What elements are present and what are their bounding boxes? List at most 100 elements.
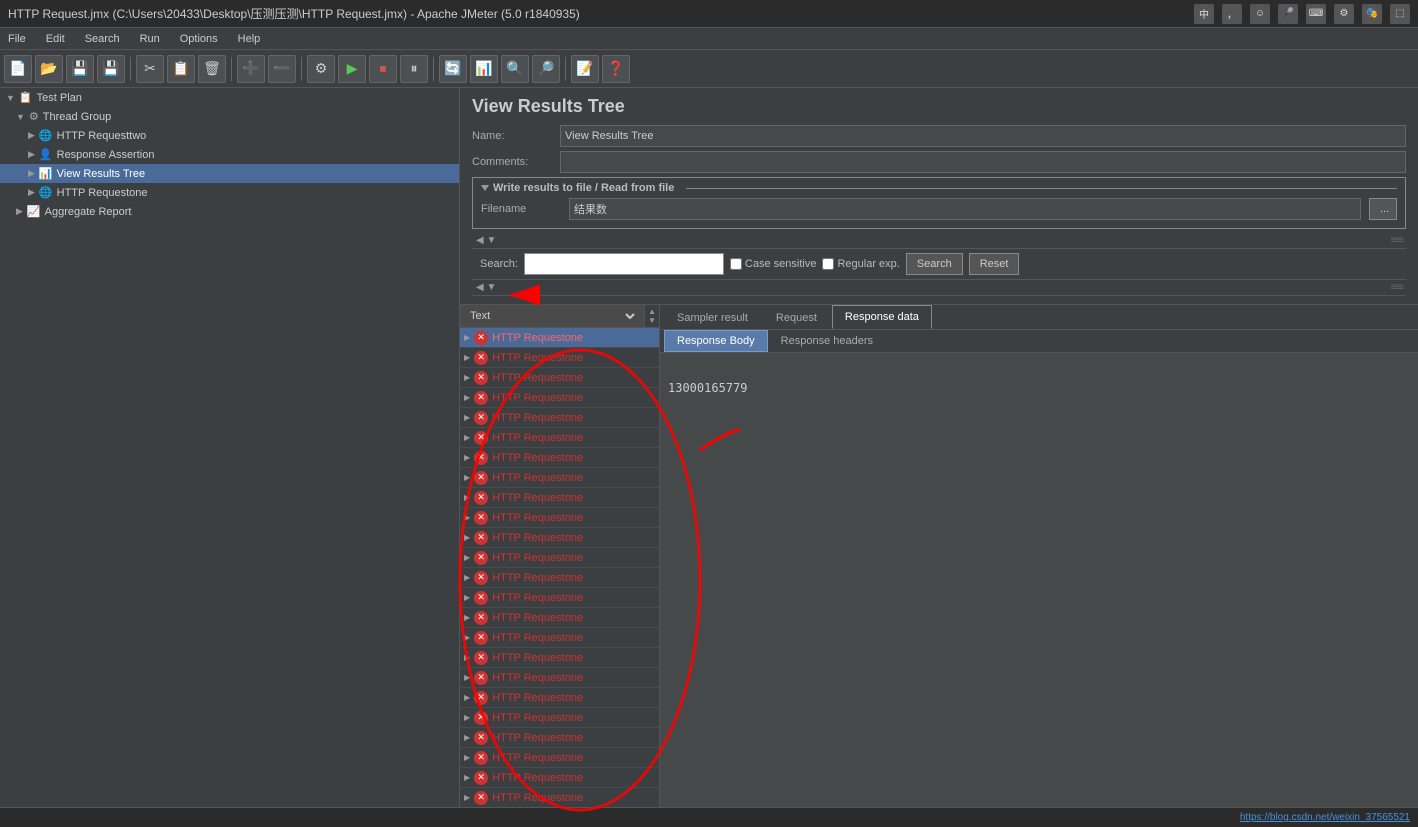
- result-row[interactable]: ▶✕HTTP Requestone: [460, 708, 659, 728]
- error-icon: ✕: [474, 711, 488, 725]
- tree-icon-httpreq: 🌐: [39, 186, 53, 199]
- result-item-label: HTTP Requestone: [492, 392, 583, 404]
- toolbar-pause[interactable]: ⏸: [400, 55, 428, 83]
- search-input[interactable]: [524, 253, 724, 275]
- tree-item-testplan[interactable]: ▼ 📋 Test Plan: [0, 88, 459, 107]
- toolbar-search-tool[interactable]: 🔍: [501, 55, 529, 83]
- comments-input[interactable]: [560, 151, 1406, 173]
- bottom-url[interactable]: https://blog.csdn.net/weixin_37565521: [1240, 812, 1410, 823]
- toolbar-help[interactable]: ❓: [602, 55, 630, 83]
- result-row[interactable]: ▶✕HTTP Requestone: [460, 408, 659, 428]
- scroll-left-btn[interactable]: ◀ ▼: [476, 235, 496, 246]
- toolbar-copy[interactable]: 📋: [167, 55, 195, 83]
- result-row[interactable]: ▶✕HTTP Requestone: [460, 468, 659, 488]
- result-row[interactable]: ▶✕HTTP Requestone: [460, 628, 659, 648]
- tree-arrow-viewresults: ▶: [28, 168, 35, 179]
- error-icon: ✕: [474, 791, 488, 805]
- ime-chinese[interactable]: 中: [1194, 4, 1214, 24]
- ime-mic[interactable]: 🎤: [1278, 4, 1298, 24]
- ime-settings[interactable]: ⚙: [1334, 4, 1354, 24]
- menu-search[interactable]: Search: [81, 31, 124, 47]
- tab-request[interactable]: Request: [763, 306, 830, 329]
- ime-extra1[interactable]: 🎭: [1362, 4, 1382, 24]
- tab-response-data[interactable]: Response data: [832, 305, 932, 329]
- result-row[interactable]: ▶✕HTTP Requestone: [460, 668, 659, 688]
- result-row[interactable]: ▶✕HTTP Requestone: [460, 368, 659, 388]
- result-row[interactable]: ▶✕HTTP Requestone: [460, 748, 659, 768]
- result-row[interactable]: ▶✕HTTP Requestone: [460, 528, 659, 548]
- sub-tab-response-headers[interactable]: Response headers: [768, 330, 886, 352]
- result-row[interactable]: ▶✕HTTP Requestone: [460, 768, 659, 788]
- write-results-title-text: Write results to file / Read from file: [493, 182, 674, 194]
- menu-edit[interactable]: Edit: [42, 31, 69, 47]
- main-tabs: Sampler result Request Response data: [660, 305, 1418, 330]
- tree-item-viewresults[interactable]: ▶ 📊 View Results Tree: [0, 164, 459, 183]
- result-row-arrow: ▶: [464, 633, 470, 642]
- detail-panel: Sampler result Request Response data Res…: [660, 305, 1418, 827]
- error-icon: ✕: [474, 411, 488, 425]
- toolbar-search2[interactable]: 🔎: [532, 55, 560, 83]
- toolbar-script[interactable]: 📝: [571, 55, 599, 83]
- result-row[interactable]: ▶✕HTTP Requestone: [460, 488, 659, 508]
- result-row[interactable]: ▶✕HTTP Requestone: [460, 328, 659, 348]
- result-row[interactable]: ▶✕HTTP Requestone: [460, 568, 659, 588]
- result-row[interactable]: ▶✕HTTP Requestone: [460, 508, 659, 528]
- browse-btn[interactable]: ...: [1369, 198, 1397, 220]
- tree-item-httpreq[interactable]: ▶ 🌐 HTTP Requestone: [0, 183, 459, 202]
- regular-exp-checkbox[interactable]: [822, 258, 834, 270]
- list-sort-arrows[interactable]: ▲ ▼: [645, 307, 659, 325]
- write-results-title: Write results to file / Read from file: [481, 182, 1397, 194]
- scroll-left-btn2[interactable]: ◀ ▼: [476, 282, 496, 293]
- toolbar-remove[interactable]: ➖: [268, 55, 296, 83]
- result-row[interactable]: ▶✕HTTP Requestone: [460, 728, 659, 748]
- tree-item-httptwo[interactable]: ▶ 🌐 HTTP Requesttwo: [0, 126, 459, 145]
- sub-tab-response-body[interactable]: Response Body: [664, 330, 768, 352]
- toolbar-refresh[interactable]: 🔄: [439, 55, 467, 83]
- case-sensitive-checkbox[interactable]: [730, 258, 742, 270]
- toolbar-delete[interactable]: 🗑: [198, 55, 226, 83]
- ime-keyboard[interactable]: ⌨: [1306, 4, 1326, 24]
- result-row[interactable]: ▶✕HTTP Requestone: [460, 388, 659, 408]
- toolbar-save[interactable]: 💾: [66, 55, 94, 83]
- result-row-arrow: ▶: [464, 333, 470, 342]
- ime-extra2[interactable]: ⬚: [1390, 4, 1410, 24]
- tab-sampler-result[interactable]: Sampler result: [664, 306, 761, 329]
- reset-button[interactable]: Reset: [969, 253, 1020, 275]
- menu-options[interactable]: Options: [176, 31, 222, 47]
- result-item-label: HTTP Requestone: [492, 592, 583, 604]
- result-row[interactable]: ▶✕HTTP Requestone: [460, 608, 659, 628]
- toolbar-stop[interactable]: ⏹: [369, 55, 397, 83]
- tree-item-assertion[interactable]: ▶ 👤 Response Assertion: [0, 145, 459, 164]
- filename-input[interactable]: [569, 198, 1361, 220]
- menu-run[interactable]: Run: [136, 31, 164, 47]
- name-input[interactable]: [560, 125, 1406, 147]
- result-row-arrow: ▶: [464, 453, 470, 462]
- error-icon: ✕: [474, 531, 488, 545]
- result-item-label: HTTP Requestone: [492, 632, 583, 644]
- tree-item-aggregate[interactable]: ▶ 📈 Aggregate Report: [0, 202, 459, 221]
- text-dropdown[interactable]: Text HTML JSON XML: [466, 309, 638, 323]
- result-row[interactable]: ▶✕HTTP Requestone: [460, 688, 659, 708]
- toolbar-saveas[interactable]: 💾: [97, 55, 125, 83]
- result-row[interactable]: ▶✕HTTP Requestone: [460, 448, 659, 468]
- result-row[interactable]: ▶✕HTTP Requestone: [460, 548, 659, 568]
- menu-help[interactable]: Help: [234, 31, 265, 47]
- toolbar-run[interactable]: ▶: [338, 55, 366, 83]
- result-row[interactable]: ▶✕HTTP Requestone: [460, 348, 659, 368]
- result-row[interactable]: ▶✕HTTP Requestone: [460, 428, 659, 448]
- filename-row: Filename ...: [481, 198, 1397, 220]
- toolbar-add[interactable]: ➕: [237, 55, 265, 83]
- result-row[interactable]: ▶✕HTTP Requestone: [460, 788, 659, 808]
- ime-punct[interactable]: ，: [1222, 4, 1242, 24]
- result-row[interactable]: ▶✕HTTP Requestone: [460, 648, 659, 668]
- search-button[interactable]: Search: [906, 253, 963, 275]
- toolbar-new[interactable]: 📄: [4, 55, 32, 83]
- ime-emoji[interactable]: ☺: [1250, 4, 1270, 24]
- toolbar-open[interactable]: 📂: [35, 55, 63, 83]
- result-row[interactable]: ▶✕HTTP Requestone: [460, 588, 659, 608]
- toolbar-settings[interactable]: ⚙: [307, 55, 335, 83]
- menu-file[interactable]: File: [4, 31, 30, 47]
- tree-item-threadgroup[interactable]: ▼ ⚙ Thread Group: [0, 107, 459, 126]
- toolbar-cut[interactable]: ✂: [136, 55, 164, 83]
- toolbar-chart[interactable]: 📊: [470, 55, 498, 83]
